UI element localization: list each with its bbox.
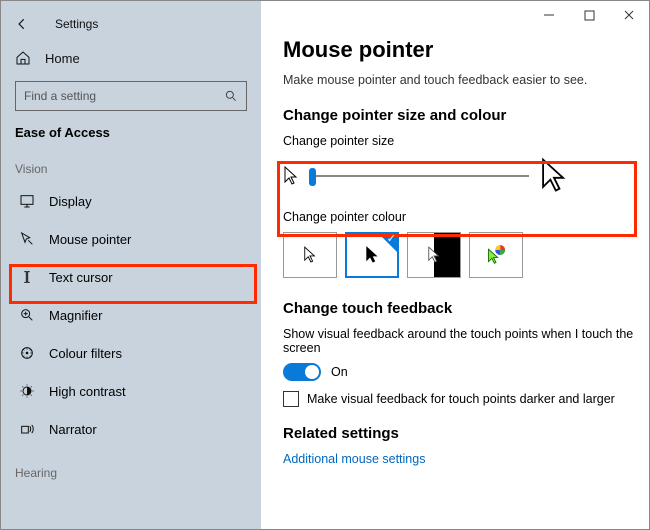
colour-filters-icon xyxy=(15,345,39,361)
pointer-size-row xyxy=(283,156,649,196)
page-title: Mouse pointer xyxy=(283,37,649,63)
touch-description: Show visual feedback around the touch po… xyxy=(283,327,649,355)
category-title: Ease of Access xyxy=(1,121,261,154)
group-hearing: Hearing xyxy=(1,458,261,486)
text-cursor-icon xyxy=(15,269,39,285)
toggle-state: On xyxy=(331,365,348,379)
narrator-icon xyxy=(15,421,39,437)
high-contrast-icon xyxy=(15,383,39,399)
sidebar-item-label: Narrator xyxy=(49,422,97,437)
group-vision: Vision xyxy=(1,154,261,182)
pointer-colour-label: Change pointer colour xyxy=(283,210,649,224)
search-placeholder: Find a setting xyxy=(24,89,96,103)
mouse-pointer-icon xyxy=(15,231,39,247)
sidebar-item-magnifier[interactable]: Magnifier xyxy=(1,296,261,334)
sidebar-item-label: Mouse pointer xyxy=(49,232,131,247)
sidebar-item-colour-filters[interactable]: Colour filters xyxy=(1,334,261,372)
page-description: Make mouse pointer and touch feedback ea… xyxy=(283,73,649,87)
sidebar-item-mouse-pointer[interactable]: Mouse pointer xyxy=(1,220,261,258)
colour-option-custom[interactable] xyxy=(469,232,523,278)
home-label: Home xyxy=(45,51,80,66)
colour-option-white[interactable] xyxy=(283,232,337,278)
maximize-button[interactable] xyxy=(569,1,609,29)
sidebar-item-label: High contrast xyxy=(49,384,126,399)
touch-feedback-toggle[interactable] xyxy=(283,363,321,381)
darker-larger-checkbox[interactable] xyxy=(283,391,299,407)
main-panel: Mouse pointer Make mouse pointer and tou… xyxy=(261,1,649,529)
cursor-large-icon xyxy=(539,156,569,196)
additional-mouse-settings-link[interactable]: Additional mouse settings xyxy=(283,452,649,466)
sidebar-item-label: Display xyxy=(49,194,92,209)
section-size-colour: Change pointer size and colour xyxy=(283,107,649,124)
sidebar-item-text-cursor[interactable]: Text cursor xyxy=(1,258,261,296)
pointer-size-label: Change pointer size xyxy=(283,134,649,148)
close-button[interactable] xyxy=(609,1,649,29)
darker-larger-label: Make visual feedback for touch points da… xyxy=(307,392,615,406)
sidebar-item-label: Text cursor xyxy=(49,270,113,285)
sidebar: Settings Home Find a setting Ease of Acc… xyxy=(1,1,261,529)
section-related: Related settings xyxy=(283,425,649,442)
cursor-small-icon xyxy=(283,165,299,187)
minimize-button[interactable] xyxy=(529,1,569,29)
sidebar-item-narrator[interactable]: Narrator xyxy=(1,410,261,448)
sidebar-item-label: Colour filters xyxy=(49,346,122,361)
titlebar xyxy=(283,1,649,31)
pointer-colour-options xyxy=(283,232,649,278)
sidebar-item-display[interactable]: Display xyxy=(1,182,261,220)
back-icon[interactable] xyxy=(15,17,45,31)
sidebar-item-high-contrast[interactable]: High contrast xyxy=(1,372,261,410)
home-icon xyxy=(15,50,39,66)
section-touch: Change touch feedback xyxy=(283,300,649,317)
sidebar-item-label: Magnifier xyxy=(49,308,102,323)
pointer-size-slider[interactable] xyxy=(309,166,529,186)
magnifier-icon xyxy=(15,307,39,323)
header-row: Settings xyxy=(1,7,261,41)
search-input[interactable]: Find a setting xyxy=(15,81,247,111)
colour-option-black[interactable] xyxy=(345,232,399,278)
home-row[interactable]: Home xyxy=(1,41,261,75)
display-icon xyxy=(15,193,39,209)
search-icon xyxy=(224,89,238,103)
window-title: Settings xyxy=(55,17,98,31)
colour-option-inverted[interactable] xyxy=(407,232,461,278)
